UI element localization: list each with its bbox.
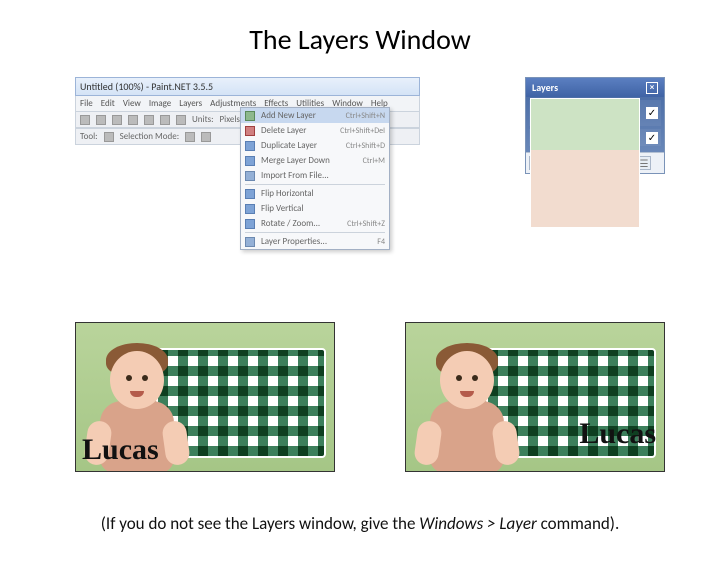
app-titlebar: Untitled (100%) - Paint.NET 3.5.5	[75, 77, 420, 96]
merge-down-icon	[245, 156, 255, 166]
tool-icon[interactable]	[160, 115, 170, 125]
menu-item-rotate-zoom[interactable]: Rotate / Zoom... Ctrl+Shift+Z	[241, 216, 389, 231]
menu-item-merge-down[interactable]: Merge Layer Down Ctrl+M	[241, 153, 389, 168]
page-title: The Layers Window	[0, 22, 720, 57]
layers-panel-title: Layers	[532, 81, 558, 94]
layers-panel-body: Name ✓ Background ✓	[526, 97, 664, 152]
visibility-checkbox[interactable]: ✓	[646, 107, 658, 119]
layers-dropdown: Add New Layer Ctrl+Shift+N Delete Layer …	[240, 107, 390, 250]
layer-thumbnail	[530, 98, 640, 228]
menu-item-import-from-file[interactable]: Import From File...	[241, 168, 389, 183]
units-label: Units:	[192, 114, 214, 125]
tool-icon[interactable]	[104, 132, 114, 142]
menu-view[interactable]: View	[123, 98, 141, 109]
photo-name-label-bottom-left: Lucas	[82, 433, 159, 467]
photo-name-label-bottom-right: Lucas	[579, 417, 656, 451]
tool-icon[interactable]	[128, 115, 138, 125]
tool-icon[interactable]	[176, 115, 186, 125]
menu-item-flip-horizontal[interactable]: Flip Horizontal	[241, 186, 389, 201]
selection-mode-label: Selection Mode:	[120, 131, 180, 142]
menu-layers[interactable]: Layers	[179, 98, 202, 109]
tool-label: Tool:	[80, 131, 98, 142]
properties-icon	[245, 237, 255, 247]
photo-examples: Lucas Lucas	[75, 322, 665, 472]
photo-left: Lucas	[75, 322, 335, 472]
menu-item-flip-vertical[interactable]: Flip Vertical	[241, 201, 389, 216]
menu-edit[interactable]: Edit	[101, 98, 115, 109]
layer-row[interactable]: Background ✓	[529, 129, 661, 146]
tool-icon[interactable]	[96, 115, 106, 125]
visibility-checkbox[interactable]: ✓	[646, 132, 658, 144]
duplicate-layer-icon	[245, 141, 255, 151]
tool-icon[interactable]	[144, 115, 154, 125]
layers-panel-titlebar: Layers ×	[526, 78, 664, 97]
menu-item-delete-layer[interactable]: Delete Layer Ctrl+Shift+Del	[241, 123, 389, 138]
import-icon	[245, 171, 255, 181]
close-icon[interactable]: ×	[646, 82, 658, 94]
menu-item-duplicate-layer[interactable]: Duplicate Layer Ctrl+Shift+D	[241, 138, 389, 153]
upper-region: Untitled (100%) - Paint.NET 3.5.5 File E…	[0, 77, 720, 267]
rotate-zoom-icon	[245, 219, 255, 229]
flip-horizontal-icon	[245, 189, 255, 199]
menu-item-add-new-layer[interactable]: Add New Layer Ctrl+Shift+N	[241, 108, 389, 123]
units-value[interactable]: Pixels	[220, 114, 240, 125]
tool-icon[interactable]	[80, 115, 90, 125]
tool-icon[interactable]	[201, 132, 211, 142]
caption-post: command).	[537, 513, 619, 534]
caption-path: Windows > Layer	[419, 513, 537, 534]
photo-right: Lucas	[405, 322, 665, 472]
caption: (If you do not see the Layers window, gi…	[0, 513, 720, 534]
tool-icon[interactable]	[185, 132, 195, 142]
caption-pre: (If you do not see the Layers window, gi…	[101, 513, 420, 534]
menu-file[interactable]: File	[80, 98, 93, 109]
menu-item-layer-properties[interactable]: Layer Properties... F4	[241, 234, 389, 249]
menu-separator	[245, 184, 385, 185]
delete-layer-icon	[245, 126, 255, 136]
add-layer-icon	[245, 111, 255, 121]
menu-separator	[245, 232, 385, 233]
layers-panel: Layers × Name ✓ Background ✓ ▧ ✕ ❐ ⇊ ↑ ↓…	[525, 77, 665, 174]
tool-icon[interactable]	[112, 115, 122, 125]
menu-image[interactable]: Image	[149, 98, 171, 109]
baby-graphic	[410, 343, 520, 472]
flip-vertical-icon	[245, 204, 255, 214]
